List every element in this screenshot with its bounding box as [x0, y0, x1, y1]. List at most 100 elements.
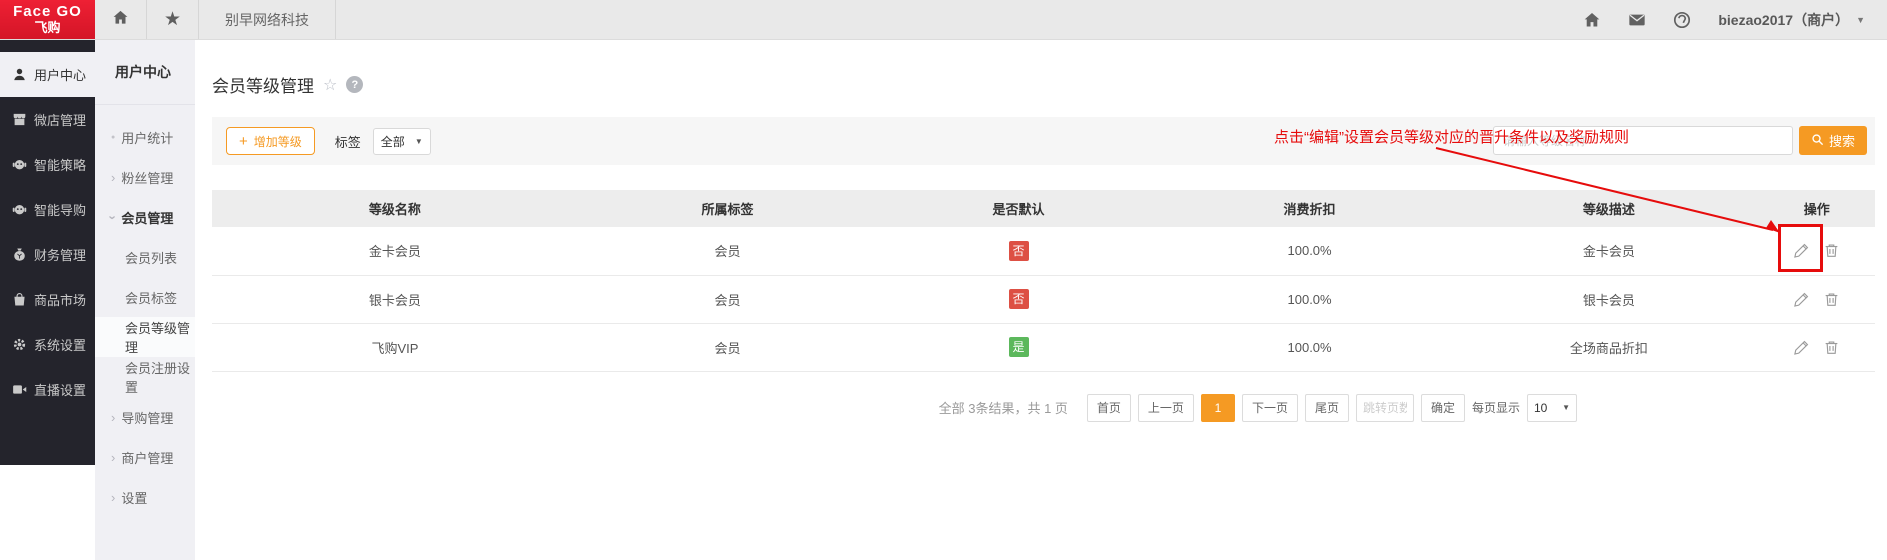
sidebar-item-label: 财务管理 — [34, 248, 87, 263]
per-page-label: 每页显示 — [1471, 401, 1520, 415]
delete-icon[interactable] — [1823, 339, 1840, 356]
submenu-item-0[interactable]: ● 用户统计 — [95, 117, 195, 157]
topbar-favorite-button[interactable]: ★ — [147, 0, 200, 39]
submenu-item-label: 会员等级管理 — [125, 321, 191, 355]
column-header: 是否默认 — [877, 190, 1160, 227]
delete-icon[interactable] — [1823, 242, 1840, 259]
submenu-item-label: 会员注册设置 — [125, 361, 191, 395]
submenu-item-label: 商户管理 — [121, 450, 174, 466]
default-cell: 否 — [877, 275, 1160, 324]
result-summary: 全部 3条结果，共 1 页 — [938, 401, 1068, 416]
first-page-button[interactable]: 首页 — [1086, 393, 1131, 422]
table-row: 银卡会员 会员否 100.0% 银卡会员 — [212, 275, 1875, 324]
finance-icon — [12, 247, 27, 262]
row-actions — [1759, 291, 1875, 308]
sidebar-item-label: 智能策略 — [34, 158, 87, 173]
submenu-item-8[interactable]: › 商户管理 — [95, 437, 195, 477]
chevron-down-icon: › — [105, 214, 121, 220]
submenu-item-label: 会员列表 — [125, 250, 178, 266]
jump-page-input[interactable] — [1355, 393, 1414, 422]
user-icon — [12, 67, 27, 82]
submenu-item-3[interactable]: 会员列表 — [95, 237, 195, 277]
edit-icon[interactable] — [1793, 339, 1810, 356]
level-desc: 银卡会员 — [1459, 275, 1759, 324]
toolbar: + 增加等级 标签 全部 ▼ 搜索 — [212, 117, 1875, 165]
discount-cell: 100.0% — [1159, 323, 1460, 372]
default-cell: 是 — [877, 323, 1160, 372]
submenu-item-label: 用户统计 — [121, 130, 174, 146]
submenu-item-9[interactable]: › 设置 — [95, 477, 195, 517]
add-level-button[interactable]: + 增加等级 — [226, 127, 315, 155]
favorite-star-icon[interactable]: ☆ — [323, 75, 337, 95]
prev-page-button[interactable]: 上一页 — [1137, 393, 1194, 422]
page-title: 会员等级管理 — [212, 77, 314, 96]
sidebar-item-robot2-3[interactable]: 智能导购 — [0, 187, 95, 232]
table-header: 等级名称 所属标签 是否默认 消费折扣 等级描述 操作 — [212, 190, 1875, 227]
primary-sidebar: 用户中心微店管理智能策略智能导购财务管理商品市场 系统设置直播设置 — [0, 40, 95, 465]
per-page-select[interactable]: 10 ▼ — [1527, 393, 1577, 422]
submenu-item-5[interactable]: 会员等级管理 — [95, 317, 195, 357]
row-actions — [1759, 242, 1875, 259]
sidebar-item-label: 直播设置 — [34, 383, 87, 398]
delete-icon[interactable] — [1823, 291, 1840, 308]
pagination: 全部 3条结果，共 1 页 首页 上一页 1 下一页 尾页 确定 每页显示 10… — [195, 393, 1887, 422]
page-header: 会员等级管理 ☆ ? — [212, 72, 1887, 97]
edit-icon[interactable] — [1793, 242, 1810, 259]
sidebar-item-market-5[interactable]: 商品市场 — [0, 277, 95, 322]
last-page-button[interactable]: 尾页 — [1304, 393, 1349, 422]
jump-confirm-button[interactable]: 确定 — [1420, 393, 1465, 422]
home-icon[interactable] — [1583, 11, 1601, 29]
current-page-button[interactable]: 1 — [1200, 393, 1235, 422]
submenu-item-1[interactable]: › 粉丝管理 — [95, 157, 195, 197]
submenu-item-6[interactable]: 会员注册设置 — [95, 357, 195, 397]
chevron-right-icon: › — [111, 169, 116, 185]
gear-icon — [12, 337, 27, 352]
level-desc: 金卡会员 — [1459, 227, 1759, 276]
star-icon: ★ — [164, 9, 182, 30]
next-page-button[interactable]: 下一页 — [1241, 393, 1298, 422]
default-badge: 否 — [1008, 289, 1029, 309]
submenu-item-label: 会员管理 — [121, 210, 174, 226]
username: biezao2017（商户） — [1718, 11, 1850, 28]
store-icon — [12, 112, 27, 127]
sidebar-item-live-7[interactable]: 直播设置 — [0, 367, 95, 412]
sidebar-item-store-1[interactable]: 微店管理 — [0, 97, 95, 142]
submenu-item-4[interactable]: 会员标签 — [95, 277, 195, 317]
sidebar-item-label: 智能导购 — [34, 203, 87, 218]
robot2-icon — [12, 202, 27, 217]
chevron-right-icon: › — [111, 489, 116, 505]
sidebar-item-user-0[interactable]: 用户中心 — [0, 52, 95, 97]
avatar-icon[interactable] — [1673, 11, 1691, 29]
default-badge: 是 — [1008, 337, 1029, 357]
plus-icon: + — [239, 132, 248, 150]
bullet-icon: ● — [111, 133, 116, 141]
app-logo: Face GO 飞购 — [0, 0, 95, 39]
sidebar-item-robot-2[interactable]: 智能策略 — [0, 142, 95, 187]
submenu-item-7[interactable]: › 导购管理 — [95, 397, 195, 437]
user-menu[interactable]: biezao2017（商户） ▼ — [1718, 10, 1865, 30]
search-group: 搜索 — [1492, 126, 1867, 155]
sidebar-item-label: 用户中心 — [34, 68, 87, 83]
level-tag: 会员 — [577, 323, 878, 372]
topbar-home-button[interactable] — [95, 0, 147, 39]
home-icon — [112, 9, 129, 31]
discount-cell: 100.0% — [1159, 227, 1460, 276]
search-input[interactable] — [1492, 126, 1793, 155]
sidebar-item-finance-4[interactable]: 财务管理 — [0, 232, 95, 277]
mail-icon[interactable] — [1628, 11, 1646, 29]
table-row: 飞购VIP 会员 是 100.0% 全场商品折扣 — [212, 323, 1875, 372]
search-button[interactable]: 搜索 — [1798, 126, 1867, 155]
sidebar-item-gear-6[interactable]: 系统设置 — [0, 322, 95, 367]
chevron-down-icon: ▼ — [414, 136, 423, 146]
submenu-item-label: 粉丝管理 — [121, 170, 174, 186]
submenu-item-2[interactable]: › 会员管理 — [95, 197, 195, 237]
level-desc: 全场商品折扣 — [1459, 323, 1759, 372]
company-name: 别早网络科技 — [199, 0, 337, 39]
tag-filter-select[interactable]: 全部 ▼ — [372, 127, 431, 155]
secondary-sidebar: 用户中心 ● 用户统计 › 粉丝管理 › 会员管理 会员列表 会员标签 会员等级管理 会员注册设置… — [95, 40, 195, 560]
discount-cell: 100.0% — [1159, 275, 1460, 324]
help-icon[interactable]: ? — [346, 76, 364, 93]
edit-icon[interactable] — [1793, 291, 1810, 308]
chevron-right-icon: › — [111, 449, 116, 465]
market-icon — [12, 292, 27, 307]
